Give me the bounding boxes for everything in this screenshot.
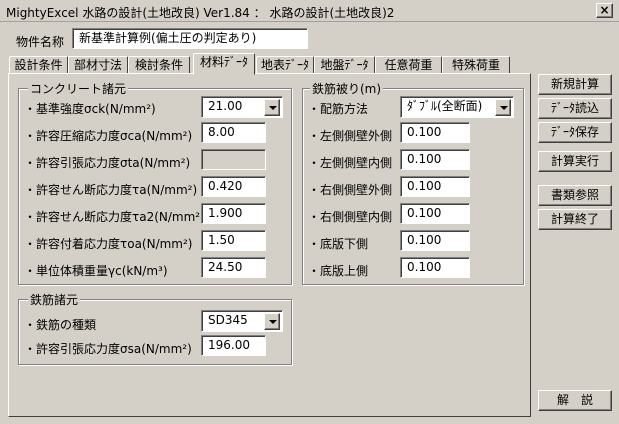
right-wall-inner-label: ・右側側壁内側 bbox=[308, 210, 393, 224]
tab-special-load[interactable]: 特殊荷重 bbox=[442, 56, 510, 74]
right-wall-inner-input[interactable]: 0.100 bbox=[400, 203, 470, 224]
allowable-compressive-label: ・許容圧縮応力度σca(N/mm²) bbox=[24, 129, 193, 143]
chevron-down-icon[interactable] bbox=[495, 99, 511, 116]
tab-arbitrary-load[interactable]: 任意荷重 bbox=[375, 56, 442, 74]
rebar-group-title: 鉄筋諸元 bbox=[28, 291, 81, 308]
left-wall-inner-input[interactable]: 0.100 bbox=[400, 149, 470, 170]
right-wall-outer-label: ・右側側壁外側 bbox=[308, 183, 393, 197]
close-button[interactable]: × bbox=[596, 3, 613, 18]
tab-surface-data[interactable]: 地表ﾃﾞｰﾀ bbox=[256, 56, 314, 74]
unit-weight-input[interactable]: 24.50 bbox=[201, 257, 266, 278]
new-calc-button[interactable]: 新規計算 bbox=[538, 74, 612, 95]
concrete-strength-select[interactable]: 21.00 bbox=[201, 96, 283, 118]
tab-material-data[interactable]: 材料ﾃﾞｰﾀ bbox=[193, 53, 255, 75]
left-wall-outer-label: ・左側側壁外側 bbox=[308, 129, 393, 143]
run-calc-button[interactable]: 計算実行 bbox=[538, 151, 612, 172]
chevron-down-icon[interactable] bbox=[264, 313, 280, 330]
concrete-strength-value: 21.00 bbox=[208, 99, 243, 113]
rebar-arrangement-label: ・配筋方法 bbox=[308, 102, 369, 116]
left-wall-outer-input[interactable]: 0.100 bbox=[400, 122, 470, 143]
tab-design-conditions[interactable]: 設計条件 bbox=[9, 56, 68, 74]
allowable-bond-label: ・許容付着応力度τoa(N/mm²) bbox=[24, 237, 193, 251]
chevron-down-icon[interactable] bbox=[264, 99, 280, 116]
tab-ground-data[interactable]: 地盤ﾃﾞｰﾀ bbox=[314, 56, 375, 74]
allowable-compressive-input[interactable]: 8.00 bbox=[201, 122, 266, 143]
project-name-input[interactable]: 新基準計算例(偏土圧の判定あり) bbox=[72, 28, 308, 49]
allowable-bond-input[interactable]: 1.50 bbox=[201, 230, 266, 251]
tab-member-dimensions[interactable]: 部材寸法 bbox=[68, 56, 128, 74]
allowable-shear-input[interactable]: 0.420 bbox=[201, 176, 266, 197]
tab-check-conditions[interactable]: 検討条件 bbox=[128, 56, 190, 74]
rebar-allowable-tensile-input[interactable]: 196.00 bbox=[201, 335, 266, 356]
rebar-arrangement-select[interactable]: ﾀﾞﾌﾞﾙ(全断面) bbox=[400, 96, 514, 118]
end-calc-button[interactable]: 計算終了 bbox=[538, 209, 612, 230]
bottom-slab-lower-label: ・底版下側 bbox=[308, 237, 369, 251]
allowable-shear2-label: ・許容せん断応力度τa2(N/mm²) bbox=[24, 210, 205, 224]
unit-weight-label: ・単位体積重量γc(kN/m³) bbox=[24, 264, 168, 278]
allowable-shear2-input[interactable]: 1.900 bbox=[201, 203, 266, 224]
bottom-slab-upper-label: ・底版上側 bbox=[308, 264, 369, 278]
window-title: MightyExcel 水路の設計(土地改良) Ver1.84 ： 水路の設計(… bbox=[6, 6, 395, 20]
cover-group-title: 鉄筋被り(m) bbox=[310, 80, 384, 97]
project-name-label: 物件名称 bbox=[16, 35, 65, 49]
title-bar: MightyExcel 水路の設計(土地改良) Ver1.84 ： 水路の設計(… bbox=[0, 0, 619, 22]
save-data-button[interactable]: ﾃﾞｰﾀ保存 bbox=[538, 122, 612, 143]
rebar-type-select[interactable]: SD345 bbox=[201, 310, 283, 332]
allowable-tensile-label: ・許容引張応力度σta(N/mm²) bbox=[24, 156, 191, 170]
concrete-group-title: コンクリート諸元 bbox=[28, 80, 129, 97]
rebar-type-label: ・鉄筋の種類 bbox=[24, 318, 97, 332]
rebar-arrangement-value: ﾀﾞﾌﾞﾙ(全断面) bbox=[407, 99, 483, 113]
left-wall-inner-label: ・左側側壁内側 bbox=[308, 156, 393, 170]
allowable-shear-label: ・許容せん断応力度τa(N/mm²) bbox=[24, 183, 198, 197]
bottom-slab-lower-input[interactable]: 0.100 bbox=[400, 230, 470, 251]
close-icon: × bbox=[599, 3, 610, 17]
load-data-button[interactable]: ﾃﾞｰﾀ読込 bbox=[538, 98, 612, 119]
allowable-tensile-input bbox=[201, 149, 266, 170]
rebar-type-value: SD345 bbox=[208, 313, 248, 327]
concrete-strength-label: ・基準強度σck(N/mm²) bbox=[24, 102, 156, 116]
view-docs-button[interactable]: 書類参照 bbox=[538, 185, 612, 206]
help-button[interactable]: 解 説 bbox=[538, 390, 612, 411]
rebar-allowable-tensile-label: ・許容引張応力度σsa(N/mm²) bbox=[24, 342, 192, 356]
right-wall-outer-input[interactable]: 0.100 bbox=[400, 176, 470, 197]
bottom-slab-upper-input[interactable]: 0.100 bbox=[400, 257, 470, 278]
